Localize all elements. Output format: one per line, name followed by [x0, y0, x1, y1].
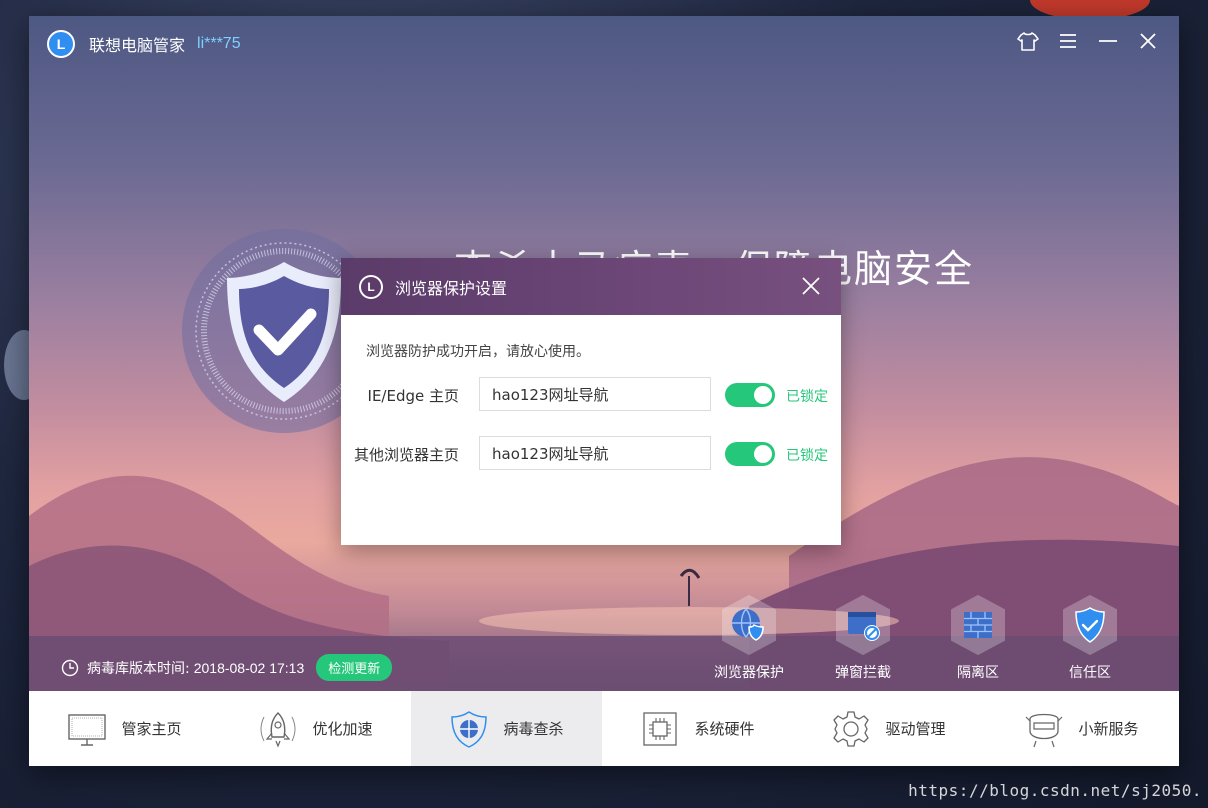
other-browser-homepage-input[interactable]: [479, 436, 711, 470]
browser-shield-icon: [722, 594, 776, 656]
nav-label: 小新服务: [1078, 720, 1139, 738]
homepage-row-other: 其他浏览器主页 已锁定: [341, 436, 841, 470]
row-label: 其他浏览器主页: [353, 446, 459, 464]
virus-db-status: 病毒库版本时间: 2018-08-02 17:13 检测更新: [61, 654, 393, 681]
gear-icon: [833, 710, 870, 747]
dialog-header: L 浏览器保护设置: [341, 258, 841, 315]
service-icon: [1026, 713, 1063, 747]
skin-icon[interactable]: [1015, 28, 1041, 54]
trust-shield-icon: [1063, 594, 1117, 656]
nav-item-service[interactable]: 小新服务: [984, 691, 1179, 766]
ie-edge-lock-toggle[interactable]: [725, 383, 775, 407]
nav-label: 优化加速: [312, 720, 373, 738]
ie-edge-homepage-input[interactable]: [479, 377, 711, 411]
tool-label: 浏览器保护: [714, 665, 784, 681]
virus-db-time: 2018-08-02 17:13: [193, 659, 305, 676]
app-logo-icon: L: [47, 30, 75, 58]
nav-item-optimize[interactable]: 优化加速: [220, 691, 411, 766]
app-title: 联想电脑管家: [89, 36, 186, 55]
dialog-message: 浏览器防护成功开启，请放心使用。: [366, 344, 590, 360]
virus-db-label: 病毒库版本时间:: [87, 660, 190, 677]
tool-browser-protect[interactable]: 浏览器保护: [709, 594, 789, 682]
nav-item-drivers[interactable]: 驱动管理: [793, 691, 984, 766]
toggle-knob: [754, 445, 772, 463]
dialog-close-icon[interactable]: [799, 274, 823, 298]
user-account[interactable]: li***75: [197, 35, 241, 53]
nav-item-antivirus[interactable]: 病毒查杀: [411, 691, 602, 766]
monitor-icon: [68, 713, 107, 746]
watermark-text: https://blog.csdn.net/sj2050.: [908, 781, 1202, 800]
homepage-row-ie-edge: IE/Edge 主页 已锁定: [341, 377, 841, 411]
dialog-body: 浏览器防护成功开启，请放心使用。 IE/Edge 主页 已锁定 其他浏览器主页 …: [341, 315, 841, 545]
minimize-icon[interactable]: [1095, 28, 1121, 54]
tool-label: 信任区: [1069, 665, 1111, 681]
row-label: IE/Edge 主页: [367, 387, 459, 405]
title-bar: L 联想电脑管家 li***75: [29, 16, 1179, 72]
nav-item-hardware[interactable]: 系统硬件: [602, 691, 793, 766]
browser-protect-dialog: L 浏览器保护设置 浏览器防护成功开启，请放心使用。 IE/Edge 主页 已锁…: [341, 258, 841, 545]
nav-label: 病毒查杀: [503, 720, 564, 738]
antivirus-shield-icon: [451, 710, 488, 748]
toggle-knob: [754, 386, 772, 404]
tool-popup-block[interactable]: 弹窗拦截: [823, 594, 903, 682]
dialog-title: 浏览器保护设置: [395, 278, 508, 298]
rocket-icon: [260, 711, 296, 748]
nav-item-home[interactable]: 管家主页: [29, 691, 220, 766]
chip-icon: [643, 711, 678, 746]
lock-status: 已锁定: [786, 389, 828, 405]
app-logo-icon: L: [359, 274, 383, 299]
menu-icon[interactable]: [1055, 28, 1081, 54]
tool-trust-zone[interactable]: 信任区: [1050, 594, 1130, 682]
tool-quarantine[interactable]: 隔离区: [938, 594, 1018, 682]
other-browser-lock-toggle[interactable]: [725, 442, 775, 466]
clock-icon: [61, 659, 79, 676]
nav-label: 管家主页: [121, 720, 182, 738]
window-controls: [1015, 28, 1161, 54]
nav-label: 系统硬件: [694, 720, 755, 738]
nav-label: 驱动管理: [885, 720, 946, 738]
bottom-nav: 管家主页 优化加速 病毒查杀 系统硬件 驱动管理 小新服务: [29, 691, 1179, 766]
tool-label: 隔离区: [957, 665, 999, 681]
quarantine-wall-icon: [951, 594, 1005, 656]
tool-shortcuts: 浏览器保护 弹窗拦截 隔离区 信任区: [709, 594, 1149, 690]
lock-status: 已锁定: [786, 448, 828, 464]
popup-block-icon: [836, 594, 890, 656]
close-icon[interactable]: [1135, 28, 1161, 54]
check-update-button[interactable]: 检测更新: [316, 654, 393, 681]
tool-label: 弹窗拦截: [835, 665, 891, 681]
